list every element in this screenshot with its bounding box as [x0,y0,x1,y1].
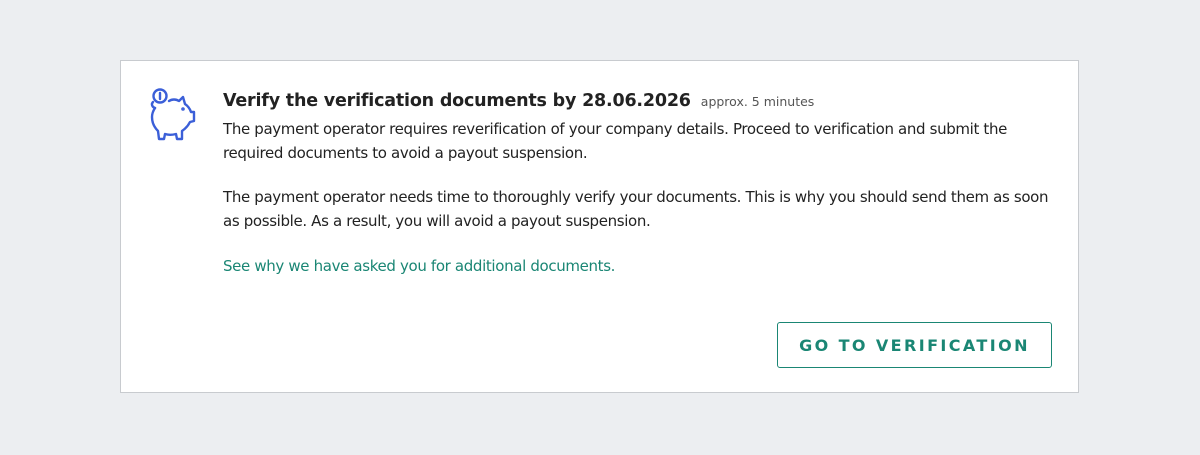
go-to-verification-button[interactable]: GO TO VERIFICATION [777,322,1052,368]
piggy-bank-icon [147,87,201,149]
task-note: The payment operator needs time to thoro… [223,188,1049,230]
task-duration: approx. 5 minutes [700,94,815,109]
title-row: Verify the verification documents by 28.… [223,91,1053,111]
verification-task-card: Verify the verification documents by 28.… [120,60,1079,393]
task-content: Verify the verification documents by 28.… [223,91,1053,278]
task-description: The payment operator requires reverifica… [223,120,1007,162]
task-title: Verify the verification documents by 28.… [223,91,691,111]
why-documents-link[interactable]: See why we have asked you for additional… [223,254,615,278]
